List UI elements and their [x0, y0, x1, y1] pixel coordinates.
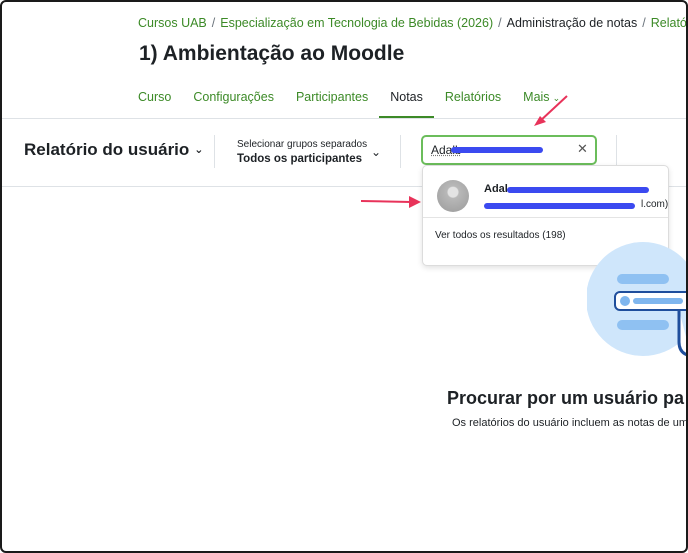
- group-selector-label: Selecionar grupos separados: [237, 139, 368, 150]
- toolbar-divider: [616, 135, 617, 168]
- breadcrumb: Cursos UAB / Especialização em Tecnologia …: [138, 16, 686, 30]
- illustration-line: [633, 298, 683, 304]
- illustration-line: [617, 274, 669, 284]
- breadcrumb-separator: /: [498, 16, 502, 30]
- secondary-nav: Curso Configurações Participantes Notas …: [127, 82, 571, 119]
- illustration-line: [617, 320, 669, 330]
- report-selector-label: Relatório do usuário: [24, 140, 190, 159]
- toolbar-divider: [214, 135, 215, 168]
- window-frame: Cursos UAB / Especialização em Tecnologia …: [0, 0, 688, 553]
- close-icon[interactable]: ✕: [577, 141, 588, 157]
- annotation-arrow-icon: [360, 196, 421, 208]
- breadcrumb-item-grade-admin: Administração de notas: [506, 16, 638, 30]
- group-selector[interactable]: Selecionar grupos separados Todos os par…: [237, 139, 367, 165]
- group-selector-value: Todos os participantes: [237, 153, 363, 165]
- breadcrumb-item-user-report[interactable]: Relatório do usuário: [651, 16, 686, 30]
- tab-relatorios[interactable]: Relatórios: [434, 82, 512, 118]
- breadcrumb-item-course-category[interactable]: Especialização em Tecnologia de Bebidas …: [220, 16, 493, 30]
- annotation-arrow-icon: [534, 95, 568, 126]
- redaction-mark: [507, 187, 649, 193]
- search-result-name: Adal: [484, 183, 508, 195]
- redaction-mark: [484, 203, 635, 209]
- chevron-down-icon[interactable]: ⌄: [371, 145, 381, 159]
- user-search-box[interactable]: ✕: [421, 135, 597, 165]
- view-all-results-link[interactable]: Ver todos os resultados (198): [435, 230, 566, 241]
- empty-state-title: Procurar por um usuário pa: [447, 388, 685, 408]
- breadcrumb-item-cursos-uab[interactable]: Cursos UAB: [138, 16, 207, 30]
- tab-curso[interactable]: Curso: [127, 82, 182, 118]
- toolbar-divider: [400, 135, 401, 168]
- breadcrumb-separator: /: [642, 16, 646, 30]
- breadcrumb-separator: /: [211, 16, 216, 30]
- search-result-email-tail: l.com): [641, 199, 669, 210]
- chevron-down-icon: ⌄: [194, 144, 204, 156]
- search-user-illustration: [587, 242, 686, 357]
- tab-participantes[interactable]: Participantes: [285, 82, 379, 118]
- tab-configuracoes[interactable]: Configurações: [182, 82, 285, 118]
- report-selector[interactable]: Relatório do usuário ⌄: [24, 140, 204, 160]
- avatar: [437, 180, 469, 212]
- tab-notas[interactable]: Notas: [379, 82, 434, 119]
- page-title: 1) Ambientação ao Moodle: [139, 42, 405, 65]
- search-result-user[interactable]: Adal l.com): [423, 166, 668, 216]
- empty-state-description: Os relatórios do usuário incluem as nota…: [452, 417, 688, 429]
- redaction-mark: [451, 147, 543, 153]
- nav-divider: [2, 118, 686, 119]
- user-icon: [620, 296, 630, 306]
- dropdown-divider: [423, 217, 668, 218]
